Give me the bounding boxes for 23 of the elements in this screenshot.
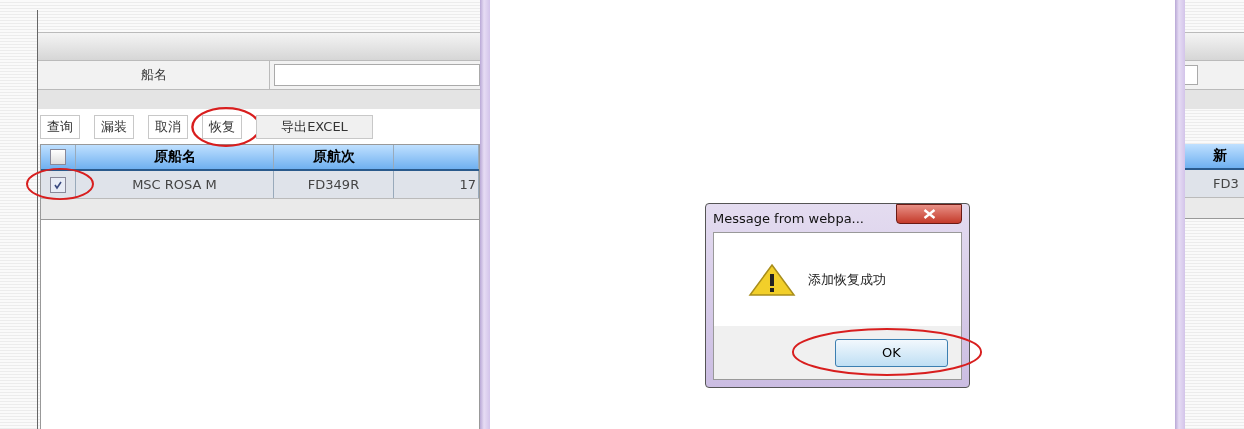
toolbar-button[interactable]: 漏装 (94, 115, 134, 139)
text-field[interactable] (1185, 65, 1198, 85)
dialog-message: 添加恢复成功 (808, 270, 886, 289)
column-header: 原船名 (153, 148, 196, 166)
warning-icon (748, 262, 796, 297)
row-checkbox[interactable] (50, 176, 66, 193)
toolbar-button[interactable]: 导出EXCEL (256, 115, 373, 139)
check-icon (53, 179, 63, 190)
table-cell: 17 (459, 177, 476, 192)
ok-button[interactable]: OK (835, 338, 948, 367)
table-cell: FD3 (1213, 176, 1239, 191)
column-header: 原航次 (312, 148, 355, 166)
select-all-checkbox[interactable] (50, 149, 66, 165)
table-cell: MSC ROSA M (132, 177, 217, 192)
toolbar-button[interactable]: 取消 (148, 115, 188, 139)
ship-name-field[interactable] (274, 64, 480, 86)
dialog-title: Message from webpa... (713, 210, 864, 226)
close-icon (922, 209, 936, 219)
table-cell: FD349R (307, 177, 360, 192)
close-button[interactable] (896, 204, 962, 224)
toolbar-button[interactable]: 查询 (40, 115, 80, 139)
column-header: 新 (1213, 147, 1227, 165)
toolbar-button[interactable]: 恢复 (202, 115, 242, 139)
